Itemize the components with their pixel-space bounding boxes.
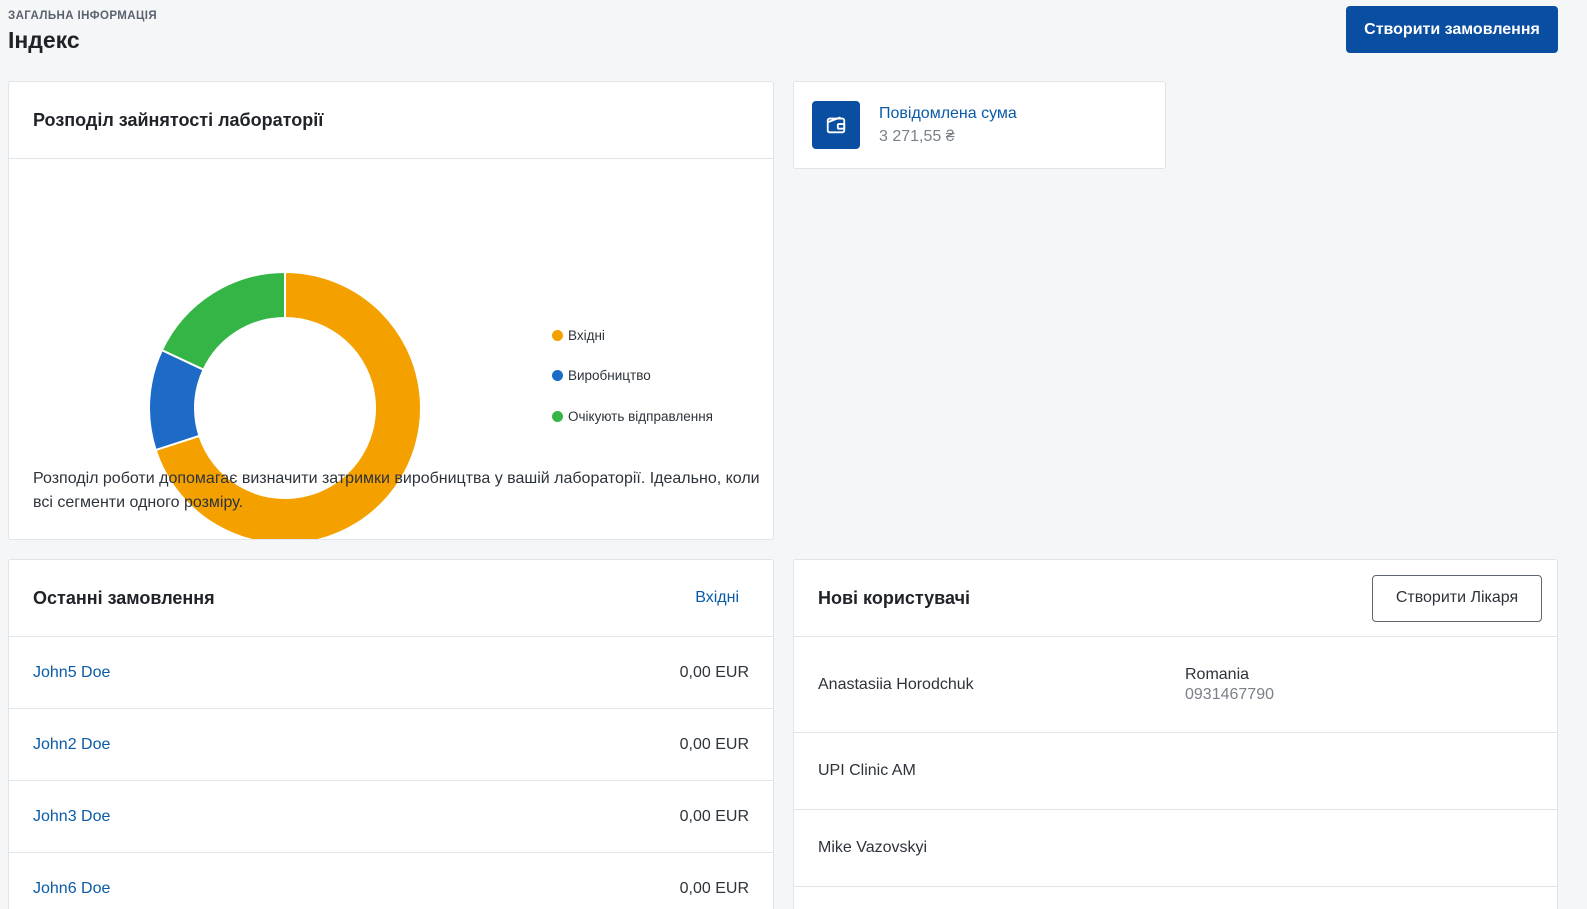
new-users-header: Нові користувачі Створити Лікаря — [794, 560, 1557, 637]
user-row[interactable]: Anastasiia Horodchuk Romania 0931467790 — [794, 637, 1557, 733]
user-country: Romania — [1185, 665, 1250, 683]
incoming-link[interactable]: Вхідні — [695, 589, 739, 607]
user-phone: 0931467790 — [1185, 685, 1274, 703]
order-row[interactable]: John3 Doe 0,00 EUR — [9, 781, 773, 853]
order-customer-link[interactable]: John5 Doe — [33, 664, 110, 682]
order-row[interactable]: John5 Doe 0,00 EUR — [9, 637, 773, 709]
wallet-icon — [812, 101, 860, 149]
new-users-card: Нові користувачі Створити Лікаря Anastas… — [793, 559, 1558, 909]
workload-title: Розподіл зайнятості лабораторії — [33, 109, 324, 130]
reported-amount-label[interactable]: Повідомлена сума — [879, 105, 1017, 123]
reported-amount-value: 3 271,55 ₴ — [879, 127, 955, 145]
user-name: Mike Vazovskyi — [818, 839, 928, 856]
reported-amount-card[interactable]: Повідомлена сума 3 271,55 ₴ — [793, 81, 1166, 169]
legend-label-incoming: Вхідні — [568, 327, 605, 343]
order-customer-link[interactable]: John3 Doe — [33, 808, 110, 826]
user-row[interactable]: UPI Clinic AM — [794, 733, 1557, 810]
user-contact: Romania 0931467790 — [1185, 666, 1274, 704]
create-order-button[interactable]: Створити замовлення — [1346, 6, 1558, 53]
order-amount: 0,00 EUR — [679, 879, 749, 897]
legend-dot-production — [552, 370, 563, 382]
order-row[interactable]: John2 Doe 0,00 EUR — [9, 709, 773, 781]
order-customer-link[interactable]: John2 Doe — [33, 736, 110, 754]
order-row[interactable]: John6 Doe 0,00 EUR — [9, 853, 773, 909]
user-name: Anastasiia Horodchuk — [818, 675, 974, 693]
create-doctor-button[interactable]: Створити Лікаря — [1372, 574, 1542, 622]
donut-slice-awaiting-shipment[interactable] — [160, 270, 286, 372]
legend-dot-awaiting-shipment — [552, 410, 563, 422]
new-users-title: Нові користувачі — [818, 587, 971, 608]
order-amount: 0,00 EUR — [679, 807, 749, 825]
legend-item-awaiting-shipment[interactable]: Очікують відправлення — [552, 396, 713, 437]
legend-label-production: Виробництво — [568, 368, 651, 384]
order-customer-link[interactable]: John6 Doe — [33, 880, 110, 898]
recent-orders-card: Останні замовлення Вхідні John5 Doe 0,00… — [8, 559, 774, 909]
user-row[interactable]: Mike Vazovskyi — [794, 810, 1557, 887]
legend-item-production[interactable]: Виробництво — [552, 356, 713, 397]
chart-legend: Вхідні Виробництво Очікують відправлення — [552, 315, 713, 437]
legend-label-awaiting-shipment: Очікують відправлення — [568, 408, 713, 424]
recent-orders-header: Останні замовлення Вхідні — [9, 560, 773, 637]
page-title: Індекс — [8, 27, 80, 53]
order-amount: 0,00 EUR — [679, 735, 749, 753]
order-amount: 0,00 EUR — [679, 663, 749, 681]
workload-card: Розподіл зайнятості лабораторії Вхідні В… — [8, 81, 774, 540]
recent-orders-title: Останні замовлення — [33, 587, 215, 608]
user-name: UPI Clinic AM — [818, 762, 916, 779]
page-eyebrow: ЗАГАЛЬНА ІНФОРМАЦІЯ — [8, 10, 158, 22]
reported-amount-text: Повідомлена сума 3 271,55 ₴ — [879, 105, 1017, 146]
workload-description: Розподіл роботи допомагає визначити затр… — [33, 470, 760, 511]
workload-card-header: Розподіл зайнятості лабораторії — [9, 82, 773, 159]
legend-dot-incoming — [552, 329, 563, 341]
legend-item-incoming[interactable]: Вхідні — [552, 315, 713, 356]
